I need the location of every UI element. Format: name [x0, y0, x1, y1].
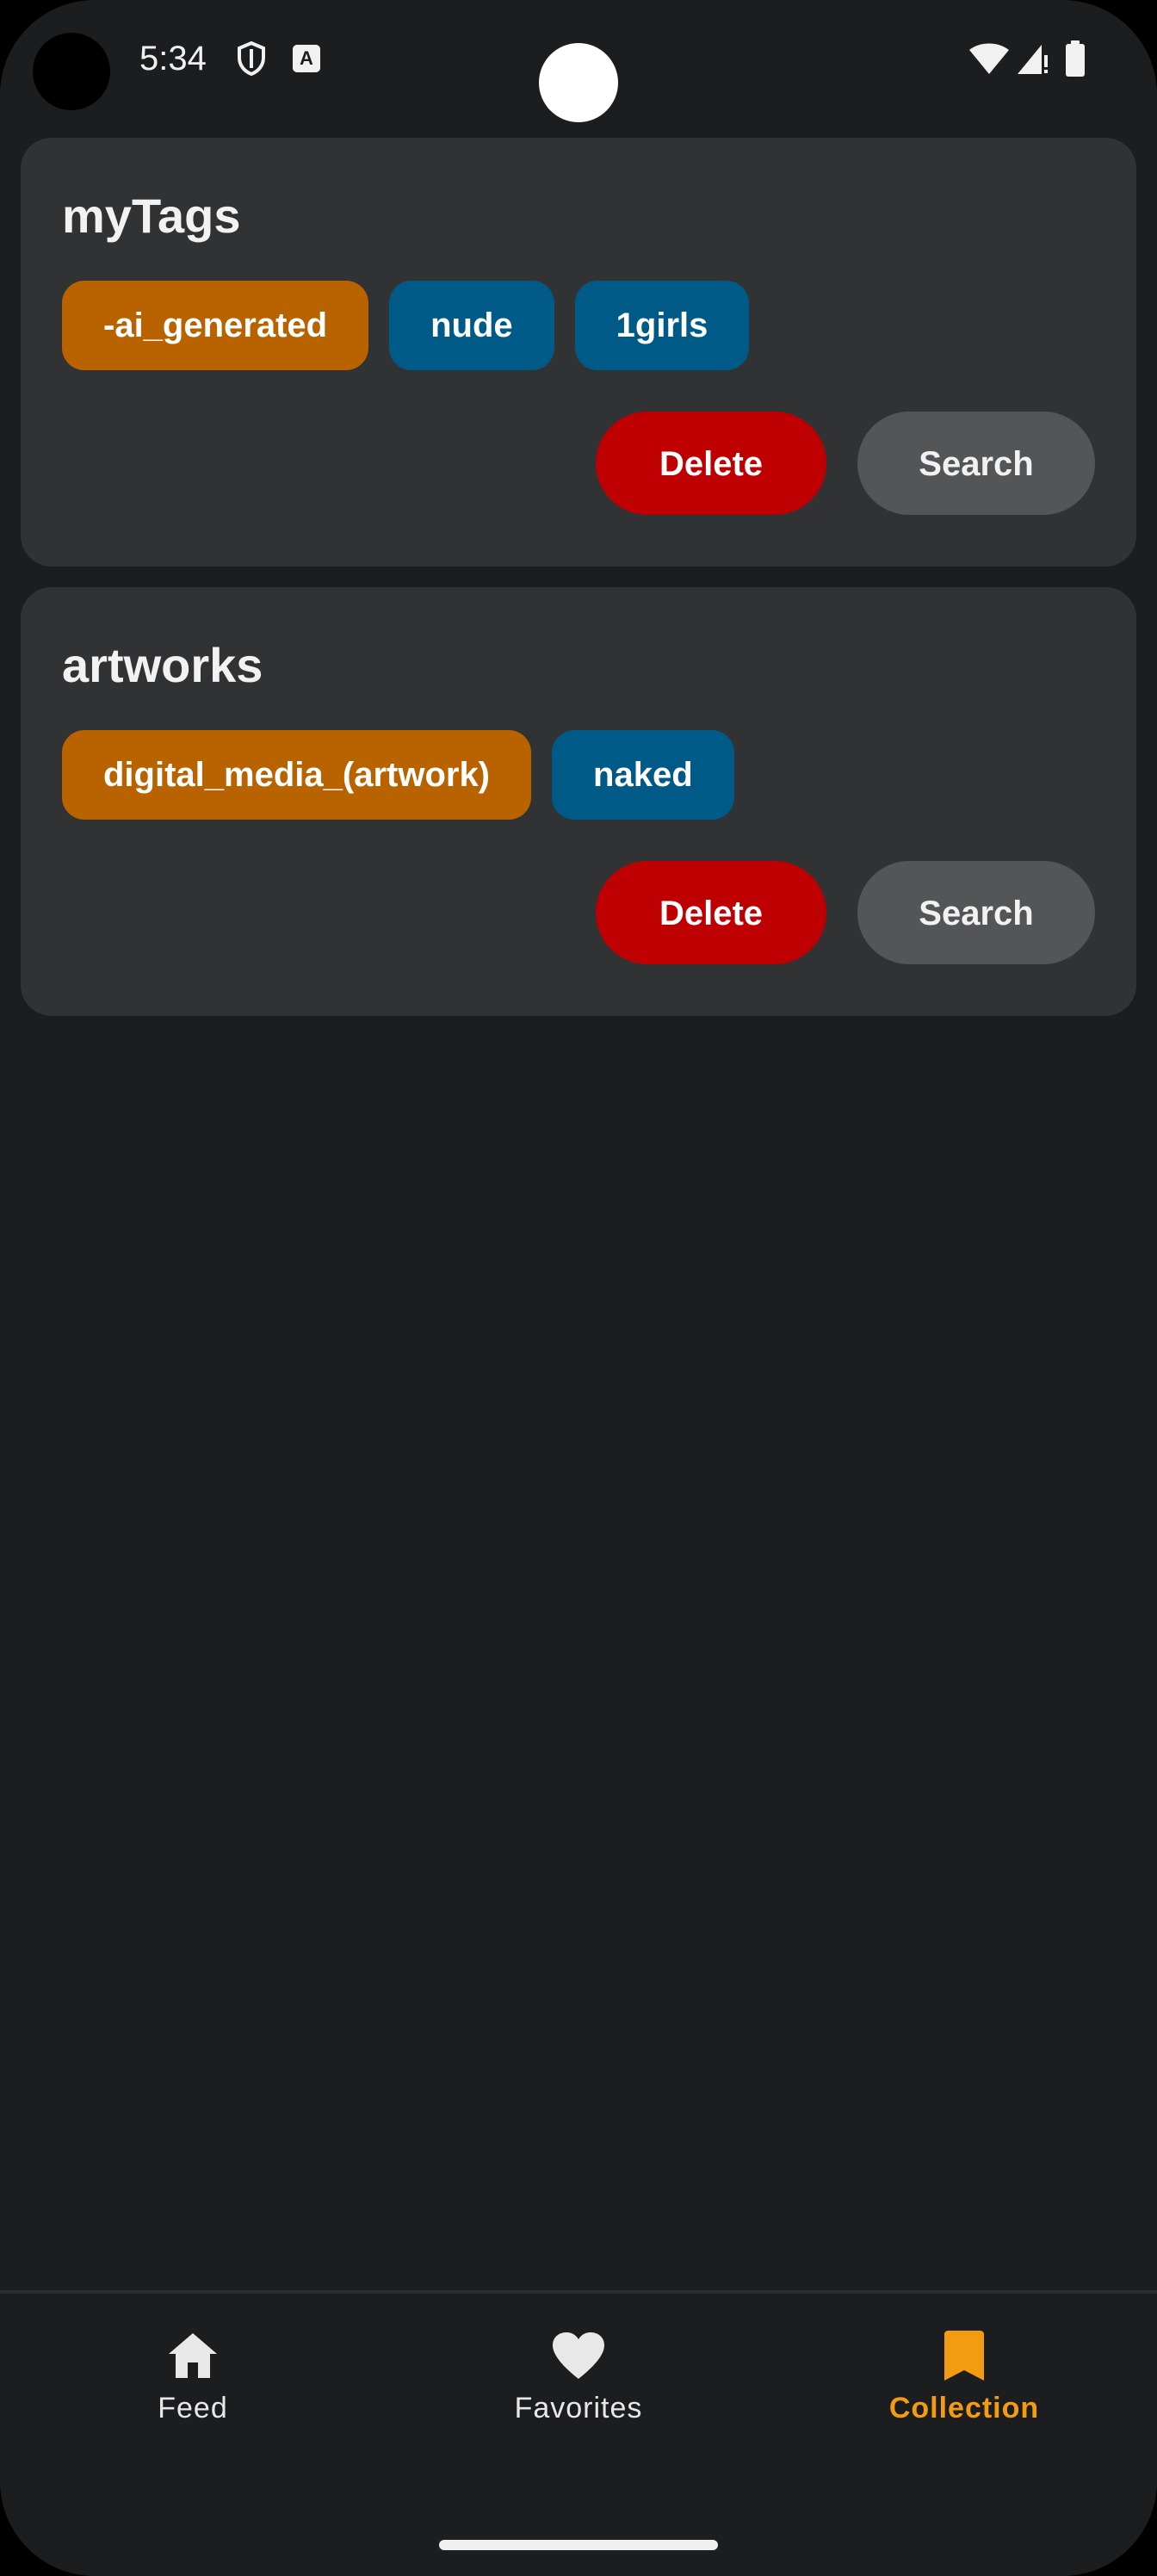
tag-chip[interactable]: nude [389, 281, 554, 370]
a-icon: A [289, 38, 324, 79]
home-indicator[interactable] [439, 2540, 718, 2550]
home-icon [165, 2328, 220, 2383]
front-camera [539, 43, 618, 122]
camera-cutout [33, 33, 110, 110]
a-icon-letter: A [293, 45, 320, 72]
collection-title: artworks [62, 638, 263, 692]
bottom-navigation: Feed Favorites Collection [0, 2294, 1157, 2466]
search-button[interactable]: Search [857, 412, 1095, 515]
nav-item-collection[interactable]: Collection [771, 2294, 1157, 2466]
status-time: 5:34 [139, 40, 207, 77]
tag-chip[interactable]: 1girls [574, 281, 750, 370]
tag-chip[interactable]: -ai_generated [62, 281, 369, 370]
delete-button[interactable]: Delete [596, 412, 826, 515]
tag-list: digital_media_(artwork) naked [62, 730, 734, 820]
delete-button[interactable]: Delete [596, 861, 826, 964]
search-button[interactable]: Search [857, 861, 1095, 964]
status-bar: 5:34 A [0, 0, 1157, 122]
collection-title: myTags [62, 189, 241, 243]
heart-icon [551, 2328, 606, 2383]
nav-label: Collection [888, 2392, 1040, 2424]
signal-icon [1014, 38, 1052, 79]
nav-label: Feed [158, 2392, 228, 2424]
nav-item-feed[interactable]: Feed [0, 2294, 386, 2466]
tag-chip[interactable]: naked [552, 730, 734, 820]
wifi-icon [968, 38, 1011, 79]
collection-card-artworks: artworks digital_media_(artwork) naked D… [21, 587, 1136, 1016]
card-actions: Delete Search [596, 412, 1095, 515]
collection-card-mytags: myTags -ai_generated nude 1girls Delete … [21, 138, 1136, 567]
nav-label: Favorites [514, 2392, 643, 2424]
tag-list: -ai_generated nude 1girls [62, 281, 750, 370]
battery-icon [1062, 38, 1088, 79]
tag-chip[interactable]: digital_media_(artwork) [62, 730, 532, 820]
bookmark-icon [937, 2328, 992, 2383]
app-screen: 5:34 A myTags -ai_generated nude 1girls … [0, 0, 1157, 2576]
shield-icon [232, 38, 270, 79]
card-actions: Delete Search [596, 861, 1095, 964]
nav-item-favorites[interactable]: Favorites [386, 2294, 771, 2466]
